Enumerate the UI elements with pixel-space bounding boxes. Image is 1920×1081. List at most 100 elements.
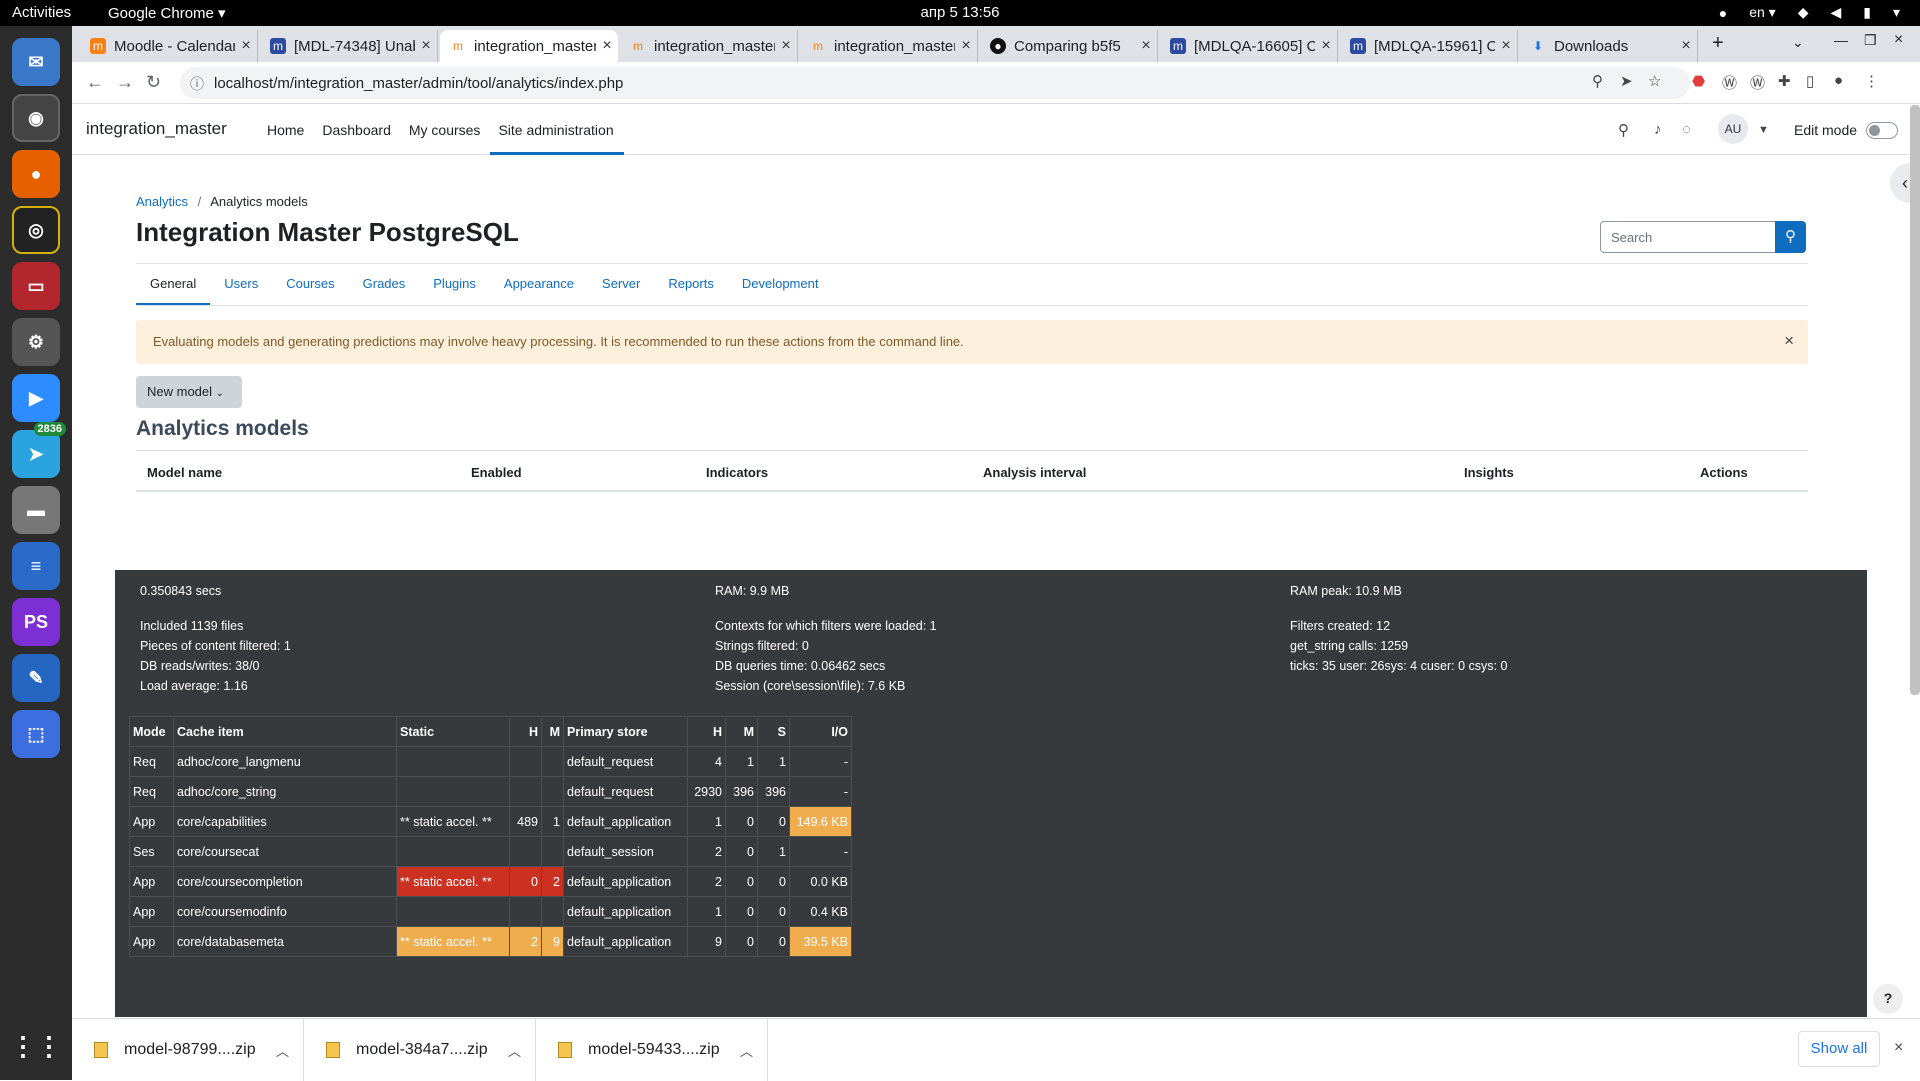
download-item[interactable]: model-98799....zip ︿ (72, 1019, 304, 1081)
show-all-downloads-button[interactable]: Show all (1798, 1031, 1880, 1067)
system-tray[interactable]: ● en ▾ ◆ ◀ ▮ ▾ (1719, 4, 1900, 21)
close-icon[interactable]: × (235, 37, 257, 55)
terminal-icon[interactable]: ▭ (12, 262, 60, 310)
app-menu[interactable]: Google Chrome ▾ (108, 4, 226, 22)
extension-w-icon[interactable]: Ⓦ (1722, 72, 1737, 93)
tab-development[interactable]: Development (728, 266, 833, 306)
download-item[interactable]: model-384a7....zip ︿ (304, 1019, 536, 1081)
adblock-icon[interactable]: ⬣ (1692, 72, 1705, 90)
tab-title: [MDL-74348] Unable (294, 37, 415, 55)
edit-mode-toggle[interactable] (1866, 122, 1898, 139)
text-editor-icon[interactable]: ✎ (12, 654, 60, 702)
main-menu: Home Dashboard My courses Site administr… (259, 105, 624, 155)
new-tab-button[interactable]: + (1712, 32, 1724, 55)
nav-my-courses[interactable]: My courses (401, 105, 491, 155)
activities-button[interactable]: Activities (12, 4, 71, 21)
cell-hits: 2 (687, 836, 726, 867)
browser-menu-icon[interactable]: ⋮ (1864, 72, 1879, 90)
reload-button[interactable]: ↻ (146, 72, 161, 93)
zoom-icon[interactable]: ⚲ (1592, 72, 1603, 90)
search-button[interactable]: ⚲ (1775, 221, 1806, 253)
close-icon[interactable]: × (596, 37, 618, 55)
profile-avatar-icon[interactable]: ● (1834, 72, 1843, 89)
tab-appearance[interactable]: Appearance (490, 266, 588, 306)
download-item[interactable]: model-59433....zip ︿ (536, 1019, 768, 1081)
close-icon[interactable]: × (1784, 331, 1794, 351)
close-icon[interactable]: × (775, 37, 797, 55)
cell-mode: App (129, 866, 174, 897)
browser-tab[interactable]: m [MDLQA-15961] C × (1340, 30, 1518, 62)
browser-tab[interactable]: m [MDL-74348] Unable× (260, 30, 438, 62)
wordpress-icon[interactable]: Ⓦ (1750, 72, 1765, 93)
phpstorm-icon[interactable]: PS (12, 598, 60, 646)
search-icon[interactable]: ⚲ (1618, 121, 1629, 139)
help-button[interactable]: ? (1873, 984, 1903, 1014)
close-icon[interactable]: × (415, 37, 437, 55)
close-icon[interactable]: × (1495, 37, 1517, 55)
tab-search-icon[interactable]: ⌄ (1792, 34, 1804, 51)
close-icon[interactable]: × (1894, 1039, 1903, 1057)
tab-reports[interactable]: Reports (654, 266, 728, 306)
tab-server[interactable]: Server (588, 266, 654, 306)
minimize-icon[interactable]: — (1834, 32, 1848, 48)
app-grid-icon[interactable]: ⋮⋮ (10, 1022, 62, 1070)
tab-plugins[interactable]: Plugins (419, 266, 490, 306)
site-brand[interactable]: integration_master (86, 119, 227, 139)
close-icon[interactable]: × (1315, 37, 1337, 55)
close-icon[interactable]: × (1135, 37, 1157, 55)
nav-home[interactable]: Home (259, 105, 314, 155)
breadcrumb-analytics[interactable]: Analytics (136, 194, 188, 209)
th-mode: Mode (129, 716, 174, 747)
tab-general[interactable]: General (136, 266, 211, 306)
forward-button[interactable]: → (116, 72, 134, 93)
tab-title: Downloads (1554, 37, 1629, 55)
page-scrollbar[interactable] (1910, 105, 1920, 695)
zoom-icon[interactable]: ▶ (12, 374, 60, 422)
firefox-icon[interactable]: ● (12, 150, 60, 198)
send-icon[interactable]: ➤ (1620, 72, 1633, 90)
extensions-puzzle-icon[interactable]: ✚ (1778, 72, 1791, 90)
messages-icon[interactable]: ◌ (1682, 121, 1691, 138)
user-avatar[interactable]: AU (1718, 114, 1748, 144)
language-indicator[interactable]: en ▾ (1749, 4, 1776, 21)
browser-tab[interactable]: m Moodle - Calendar × (80, 30, 258, 62)
chevron-down-icon[interactable]: ▼ (1758, 124, 1769, 136)
back-button[interactable]: ← (86, 72, 104, 93)
tab-grades[interactable]: Grades (349, 266, 420, 306)
rhythmbox-icon[interactable]: ◎ (12, 206, 60, 254)
browser-tab[interactable]: ● Comparing b5f5 × (980, 30, 1158, 62)
chevron-up-icon[interactable]: ︿ (508, 1041, 521, 1060)
files-icon[interactable]: ▬ (12, 486, 60, 534)
address-bar[interactable]: ⓘ localhost/m/integration_master/admin/t… (180, 67, 1690, 99)
settings-icon[interactable]: ⚙ (12, 318, 60, 366)
nav-site-administration[interactable]: Site administration (490, 105, 624, 155)
tab-users[interactable]: Users (210, 266, 272, 306)
writer-icon[interactable]: ≡ (12, 542, 60, 590)
chevron-up-icon[interactable]: ︿ (276, 1041, 289, 1060)
close-icon[interactable]: × (955, 37, 977, 55)
chrome-icon[interactable]: ◉ (12, 94, 60, 142)
cell-hits: 9 (687, 926, 726, 957)
telegram-icon[interactable]: ➤ 2836 (12, 422, 66, 478)
bookmark-star-icon[interactable]: ☆ (1648, 72, 1661, 90)
maximize-icon[interactable]: ❐ (1864, 32, 1877, 49)
site-info-icon[interactable]: ⓘ (190, 74, 204, 94)
browser-tab[interactable]: m integration_master × (800, 30, 978, 62)
notifications-bell-icon[interactable]: ♪ (1654, 121, 1662, 138)
thunderbird-icon[interactable]: ✉ (12, 38, 60, 86)
browser-tab-active[interactable]: m integration_master × (440, 30, 618, 62)
browser-tab[interactable]: m [MDLQA-16605] C × (1160, 30, 1338, 62)
admin-search-input[interactable]: Search (1600, 221, 1776, 253)
side-panel-icon[interactable]: ▯ (1806, 72, 1814, 90)
browser-tab[interactable]: ⬇ Downloads × (1520, 30, 1698, 62)
window-close-icon[interactable]: × (1894, 31, 1903, 49)
close-icon[interactable]: × (1675, 37, 1697, 55)
clock[interactable]: апр 5 13:56 (0, 4, 1920, 21)
browser-tab[interactable]: m integration_master × (620, 30, 798, 62)
screenshot-icon[interactable]: ⬚ (12, 710, 60, 758)
tab-courses[interactable]: Courses (272, 266, 348, 306)
new-model-button[interactable]: New model ⌄ (136, 376, 242, 408)
nav-dashboard[interactable]: Dashboard (314, 105, 401, 155)
warning-alert: Evaluating models and generating predict… (136, 320, 1808, 364)
chevron-up-icon[interactable]: ︿ (740, 1041, 753, 1060)
